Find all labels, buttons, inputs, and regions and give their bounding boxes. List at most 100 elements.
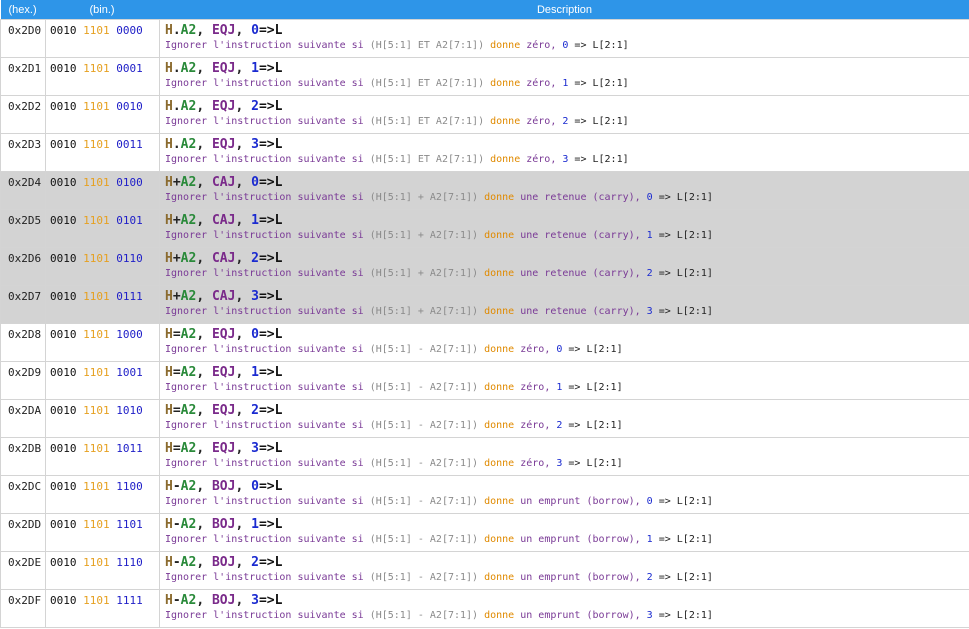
detail-expression: (H[5:1] - A2[7:1]) bbox=[369, 420, 479, 431]
detail-line: Ignorer l'instruction suivante si (H[5:1… bbox=[165, 229, 969, 243]
detail-donne: donne bbox=[478, 344, 521, 355]
detail-text: Ignorer l'instruction suivante si bbox=[165, 572, 370, 583]
mn-operator: + bbox=[172, 213, 181, 228]
detail-donne: donne bbox=[484, 78, 527, 89]
binary-code: 0010 1101 0110 bbox=[45, 247, 160, 286]
description-cell: H.A2, EQJ, 2=>L Ignorer l'instruction sui… bbox=[159, 95, 969, 134]
hex-code: 0x2DD bbox=[0, 513, 46, 552]
detail-line: Ignorer l'instruction suivante si (H[5:1… bbox=[165, 39, 969, 53]
mn-register-a2: A2 bbox=[180, 593, 197, 608]
detail-result: zéro, bbox=[526, 40, 563, 51]
description-cell: H+A2, CAJ, 2=>L Ignorer l'instruction sui… bbox=[159, 247, 969, 286]
mn-number: 2 bbox=[251, 99, 259, 114]
detail-line: Ignorer l'instruction suivante si (H[5:1… bbox=[165, 533, 969, 547]
mn-register-a2: A2 bbox=[180, 99, 197, 114]
mn-separator: , bbox=[196, 175, 212, 190]
mn-separator: , bbox=[235, 517, 252, 532]
bin-group-2: 1101 bbox=[83, 252, 110, 265]
mn-command: BOJ bbox=[211, 555, 236, 570]
bin-group-2: 1101 bbox=[83, 24, 110, 37]
mn-separator: , bbox=[235, 23, 252, 38]
mn-separator: , bbox=[196, 365, 212, 380]
mn-number: 2 bbox=[251, 251, 259, 266]
mn-target: =>L bbox=[258, 365, 283, 380]
opcode-table: (hex.) (bin.) Description 0x2D0 0010 1101… bbox=[0, 0, 969, 628]
binary-code: 0010 1101 0000 bbox=[45, 19, 160, 58]
mn-target: =>L bbox=[258, 517, 283, 532]
header-hex: (hex.) bbox=[0, 0, 46, 20]
description-cell: H=A2, EQJ, 2=>L Ignorer l'instruction sui… bbox=[159, 399, 969, 438]
detail-expression: (H[5:1] - A2[7:1]) bbox=[369, 458, 479, 469]
mn-operator: . bbox=[172, 137, 181, 152]
detail-destination: => L[2:1] bbox=[652, 230, 713, 241]
detail-line: Ignorer l'instruction suivante si (H[5:1… bbox=[165, 153, 969, 167]
mnemonic: H.A2, EQJ, 0=>L bbox=[165, 23, 969, 39]
mn-command: EQJ bbox=[211, 61, 236, 76]
bin-group-1: 0010 bbox=[50, 328, 77, 341]
mn-target: =>L bbox=[258, 441, 283, 456]
detail-donne: donne bbox=[478, 192, 521, 203]
mn-separator: , bbox=[235, 555, 252, 570]
bin-group-3: 0111 bbox=[116, 290, 143, 303]
detail-expression: (H[5:1] - A2[7:1]) bbox=[369, 496, 479, 507]
detail-text: Ignorer l'instruction suivante si bbox=[165, 40, 370, 51]
bin-group-1: 0010 bbox=[50, 480, 77, 493]
detail-text: Ignorer l'instruction suivante si bbox=[165, 534, 370, 545]
binary-code: 0010 1101 1110 bbox=[45, 551, 160, 590]
description-cell: H.A2, EQJ, 1=>L Ignorer l'instruction sui… bbox=[159, 57, 969, 96]
detail-text: Ignorer l'instruction suivante si bbox=[165, 192, 370, 203]
detail-expression: (H[5:1] ET A2[7:1]) bbox=[369, 116, 485, 127]
bin-group-3: 1100 bbox=[116, 480, 143, 493]
detail-text: Ignorer l'instruction suivante si bbox=[165, 344, 370, 355]
detail-expression: (H[5:1] ET A2[7:1]) bbox=[369, 154, 485, 165]
bin-group-2: 1101 bbox=[83, 404, 110, 417]
bin-group-1: 0010 bbox=[50, 62, 77, 75]
mn-number: 1 bbox=[251, 517, 259, 532]
hex-code: 0x2D4 bbox=[0, 171, 46, 210]
binary-code: 0010 1101 0010 bbox=[45, 95, 160, 134]
bin-group-1: 0010 bbox=[50, 24, 77, 37]
mnemonic: H=A2, EQJ, 1=>L bbox=[165, 365, 969, 381]
hex-code: 0x2D3 bbox=[0, 133, 46, 172]
mn-separator: , bbox=[196, 593, 212, 608]
detail-donne: donne bbox=[478, 458, 521, 469]
description-cell: H=A2, EQJ, 3=>L Ignorer l'instruction sui… bbox=[159, 437, 969, 476]
detail-result: un emprunt (borrow), bbox=[520, 496, 647, 507]
mn-separator: , bbox=[196, 99, 212, 114]
detail-line: Ignorer l'instruction suivante si (H[5:1… bbox=[165, 609, 969, 623]
binary-code: 0010 1101 1111 bbox=[45, 589, 160, 628]
hex-code: 0x2DB bbox=[0, 437, 46, 476]
detail-donne: donne bbox=[478, 420, 521, 431]
mn-number: 0 bbox=[251, 327, 259, 342]
detail-text: Ignorer l'instruction suivante si bbox=[165, 268, 370, 279]
bin-group-1: 0010 bbox=[50, 138, 77, 151]
detail-donne: donne bbox=[484, 116, 527, 127]
detail-destination: => L[2:1] bbox=[652, 534, 713, 545]
detail-destination: => L[2:1] bbox=[562, 344, 623, 355]
detail-donne: donne bbox=[478, 306, 521, 317]
detail-result: zéro, bbox=[520, 382, 557, 393]
mn-command: EQJ bbox=[211, 441, 236, 456]
mn-command: CAJ bbox=[211, 251, 236, 266]
description-cell: H-A2, BOJ, 3=>L Ignorer l'instruction sui… bbox=[159, 589, 969, 628]
hex-code: 0x2DA bbox=[0, 399, 46, 438]
description-cell: H+A2, CAJ, 3=>L Ignorer l'instruction sui… bbox=[159, 285, 969, 324]
description-cell: H-A2, BOJ, 2=>L Ignorer l'instruction sui… bbox=[159, 551, 969, 590]
detail-donne: donne bbox=[478, 496, 521, 507]
mn-operator: = bbox=[172, 365, 181, 380]
detail-text: Ignorer l'instruction suivante si bbox=[165, 78, 370, 89]
mn-target: =>L bbox=[258, 213, 283, 228]
mn-separator: , bbox=[196, 555, 212, 570]
detail-text: Ignorer l'instruction suivante si bbox=[165, 306, 370, 317]
mn-target: =>L bbox=[258, 61, 283, 76]
binary-code: 0010 1101 1000 bbox=[45, 323, 160, 362]
mn-operator: . bbox=[172, 61, 181, 76]
mn-target: =>L bbox=[258, 327, 283, 342]
mn-separator: , bbox=[196, 289, 212, 304]
detail-destination: => L[2:1] bbox=[562, 458, 623, 469]
mn-register-h: H bbox=[165, 23, 173, 38]
detail-destination: => L[2:1] bbox=[652, 268, 713, 279]
mn-number: 3 bbox=[251, 137, 259, 152]
mn-separator: , bbox=[235, 479, 252, 494]
table-row: 0x2D7 0010 1101 0111 H+A2, CAJ, 3=>L Ignore… bbox=[0, 285, 969, 324]
